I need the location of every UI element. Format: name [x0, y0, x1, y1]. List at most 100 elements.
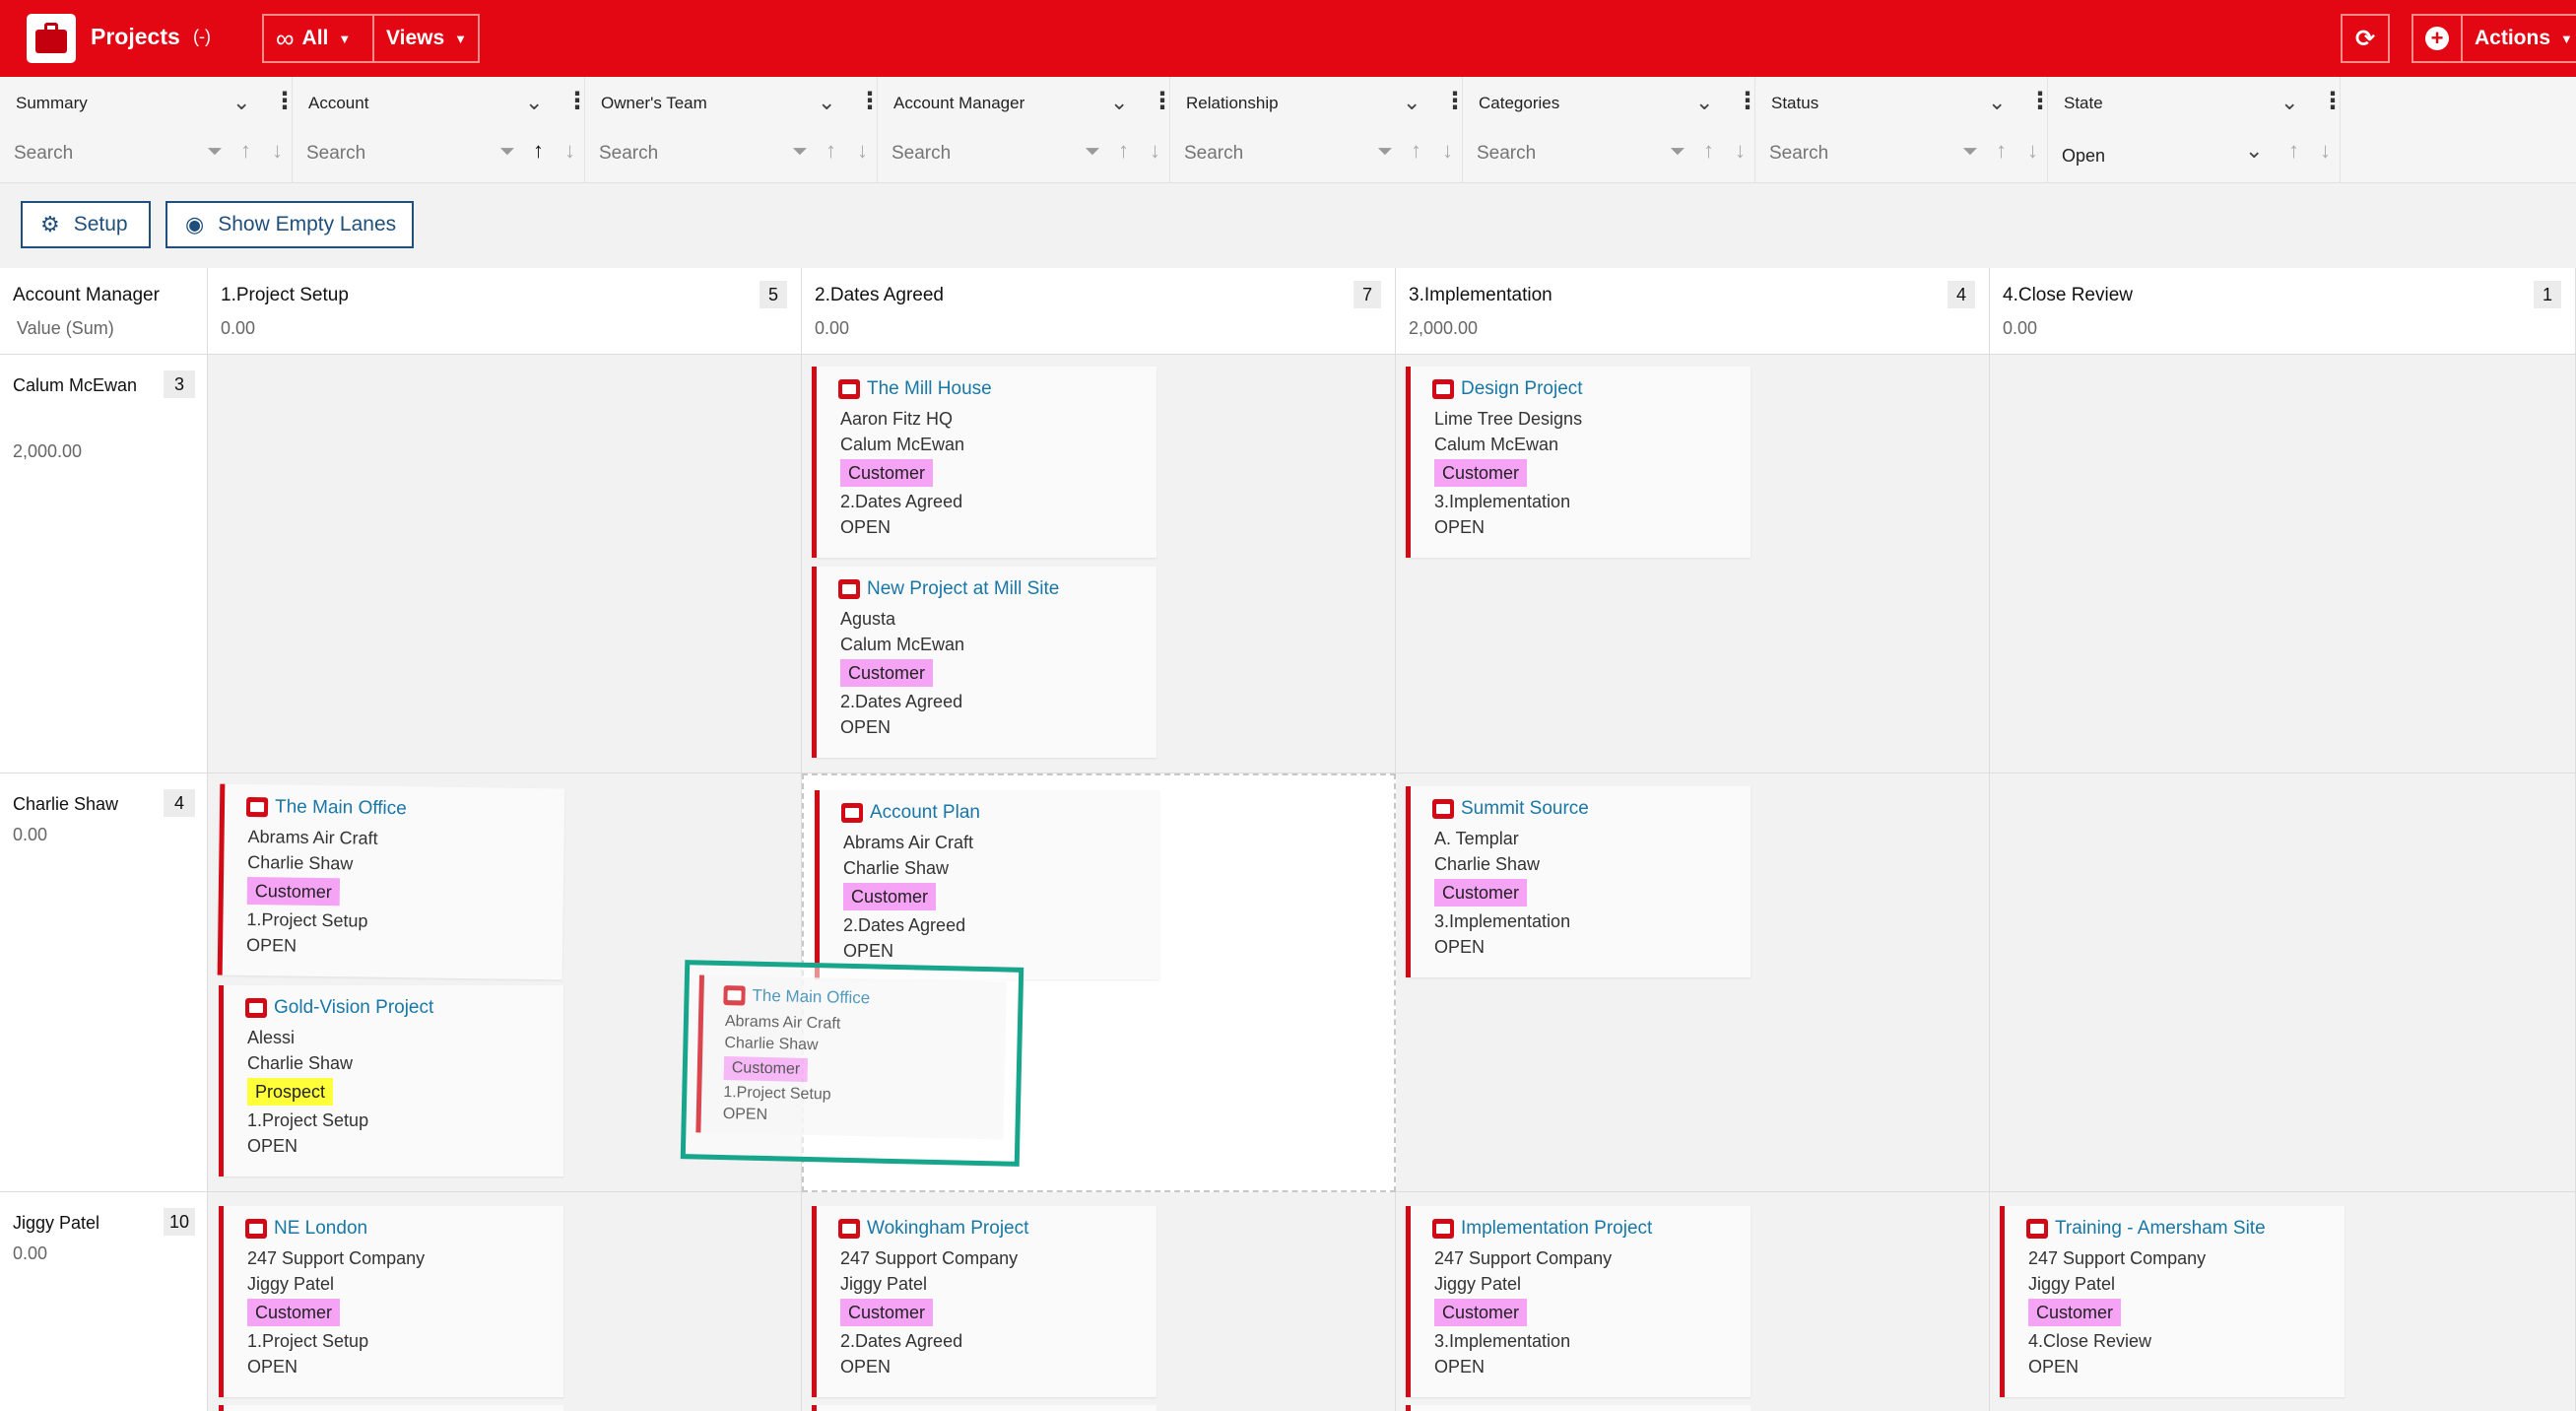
filter-funnel-icon[interactable]: ⏷ — [1085, 141, 1100, 164]
briefcase-icon — [838, 379, 860, 399]
actions-label: Actions — [2475, 27, 2551, 49]
card-title[interactable]: NE London — [274, 1218, 367, 1240]
column-count: 4 — [1948, 281, 1975, 308]
refresh-button[interactable]: ⟳ — [2341, 14, 2390, 63]
filter-bar: Summary ⌄ ⋮ ⏷ ↑ ↓ Account ⌄ ⋮ ⏷ ↑ ↓ Owne… — [0, 77, 2576, 183]
account-search-input[interactable] — [300, 136, 488, 171]
project-card[interactable]: Training - Amersham Site 247 Support Com… — [2000, 1206, 2345, 1397]
sort-down-icon[interactable]: ↓ — [2027, 138, 2038, 164]
chevron-down-icon[interactable]: ⌄ — [818, 90, 835, 115]
card-title[interactable]: New Project at Mill Site — [867, 578, 1059, 600]
actions-button[interactable]: Actions ▼ — [2461, 14, 2576, 63]
relationship-search-input[interactable] — [1178, 136, 1365, 171]
filter-funnel-icon[interactable]: ⏷ — [1962, 141, 1978, 164]
chevron-down-icon[interactable]: ⌄ — [2280, 90, 2298, 115]
sort-down-icon[interactable]: ↓ — [564, 138, 575, 164]
card-title[interactable]: Implementation Project — [1461, 1218, 1652, 1240]
column-header-implementation[interactable]: 3.Implementation 2,000.00 4 — [1396, 268, 1990, 355]
card-title[interactable]: Gold-Vision Project — [274, 997, 433, 1019]
card-stage: 2.Dates Agreed — [840, 1331, 963, 1351]
filter-funnel-icon[interactable]: ⏷ — [207, 141, 223, 164]
dragging-card[interactable]: The Main Office Abrams Air Craft Charlie… — [695, 974, 1007, 1140]
chevron-down-icon[interactable]: ⌄ — [2245, 138, 2263, 164]
briefcase-icon[interactable] — [27, 14, 76, 63]
sort-down-icon[interactable]: ↓ — [272, 138, 283, 164]
views-button[interactable]: Views ▼ — [372, 14, 480, 63]
project-card[interactable]: Gold-Vision Project Alessi Charlie Shaw … — [219, 985, 563, 1176]
categories-search-input[interactable] — [1471, 136, 1658, 171]
card-title[interactable]: Wokingham Project — [867, 1218, 1028, 1240]
sort-up-icon[interactable]: ↑ — [533, 138, 544, 164]
column-name: 1.Project Setup — [221, 285, 349, 305]
dragging-card-outline[interactable]: The Main Office Abrams Air Craft Charlie… — [680, 960, 1024, 1167]
project-card[interactable]: Design Project Lime Tree Designs Calum M… — [1406, 367, 1750, 558]
filter-column-categories: Categories ⌄ ⋮ ⏷ ↑ ↓ — [1463, 77, 1759, 183]
setup-label: Setup — [73, 213, 128, 235]
account-manager-search-input[interactable] — [886, 136, 1073, 171]
project-card-partial[interactable] — [219, 1405, 563, 1411]
sort-up-icon[interactable]: ↑ — [240, 138, 251, 164]
caret-down-icon: ▼ — [338, 31, 352, 46]
status-search-input[interactable] — [1763, 136, 1950, 171]
filter-name: State — [2064, 94, 2103, 112]
card-title[interactable]: The Main Office — [275, 796, 407, 820]
state-select-value[interactable]: Open — [2062, 146, 2105, 167]
column-header-dates-agreed[interactable]: 2.Dates Agreed 0.00 7 — [802, 268, 1396, 355]
column-header-project-setup[interactable]: 1.Project Setup 0.00 5 — [208, 268, 802, 355]
project-card[interactable]: Implementation Project 247 Support Compa… — [1406, 1206, 1750, 1397]
card-account: Agusta — [840, 609, 896, 629]
chevron-down-icon[interactable]: ⌄ — [525, 90, 543, 115]
project-card[interactable]: Wokingham Project 247 Support Company Ji… — [812, 1206, 1156, 1397]
owners-team-search-input[interactable] — [593, 136, 780, 171]
sort-down-icon[interactable]: ↓ — [1735, 138, 1746, 164]
filter-funnel-icon[interactable]: ⏷ — [499, 141, 515, 164]
setup-button[interactable]: ⚙ Setup — [21, 201, 151, 248]
chevron-down-icon[interactable]: ⌄ — [1403, 90, 1420, 115]
summary-search-input[interactable] — [8, 136, 195, 171]
project-card[interactable]: The Mill House Aaron Fitz HQ Calum McEwa… — [812, 367, 1156, 558]
card-state: OPEN — [247, 1136, 298, 1156]
show-empty-lanes-button[interactable]: ◉ Show Empty Lanes — [165, 201, 414, 248]
card-state: OPEN — [245, 934, 297, 956]
chevron-down-icon[interactable]: ⌄ — [1695, 90, 1713, 115]
lane-charlie-shaw: Charlie Shaw 4 0.00 — [0, 773, 208, 1192]
all-filter-button[interactable]: ∞ All ▼ — [262, 14, 374, 63]
card-title[interactable]: Training - Amersham Site — [2055, 1218, 2266, 1240]
filter-name: Owner's Team — [601, 94, 707, 112]
sort-up-icon[interactable]: ↑ — [1411, 138, 1421, 164]
sort-down-icon[interactable]: ↓ — [2320, 138, 2331, 164]
filter-name: Account Manager — [893, 94, 1025, 112]
project-card[interactable]: Summit Source A. Templar Charlie Shaw Cu… — [1406, 786, 1750, 977]
filter-funnel-icon[interactable]: ⏷ — [1377, 141, 1393, 164]
plus-circle-icon: + — [2425, 27, 2449, 50]
project-card-partial[interactable] — [812, 1405, 1156, 1411]
card-title[interactable]: The Mill House — [867, 378, 992, 400]
sort-down-icon[interactable]: ↓ — [857, 138, 868, 164]
chevron-down-icon[interactable]: ⌄ — [1110, 90, 1128, 115]
kebab-menu-icon[interactable]: ⋮ — [2321, 87, 2345, 115]
sort-down-icon[interactable]: ↓ — [1150, 138, 1160, 164]
filter-column-summary: Summary ⌄ ⋮ ⏷ ↑ ↓ — [0, 77, 297, 183]
app-title: Projects — [91, 24, 180, 49]
filter-funnel-icon[interactable]: ⏷ — [792, 141, 808, 164]
chevron-down-icon[interactable]: ⌄ — [1988, 90, 2006, 115]
project-card[interactable]: Account Plan Abrams Air Craft Charlie Sh… — [815, 790, 1159, 979]
lane-name: Jiggy Patel — [13, 1213, 100, 1233]
project-card[interactable]: The Main Office Abrams Air Craft Charlie… — [217, 783, 565, 980]
card-title[interactable]: Design Project — [1461, 378, 1583, 400]
project-card[interactable]: NE London 247 Support Company Jiggy Pate… — [219, 1206, 563, 1397]
project-card-partial[interactable] — [1406, 1405, 1750, 1411]
sort-down-icon[interactable]: ↓ — [1442, 138, 1453, 164]
project-card[interactable]: New Project at Mill Site Agusta Calum Mc… — [812, 567, 1156, 758]
sort-up-icon[interactable]: ↑ — [2288, 138, 2299, 164]
card-title[interactable]: Account Plan — [870, 802, 980, 824]
card-title[interactable]: Summit Source — [1461, 798, 1589, 820]
filter-funnel-icon[interactable]: ⏷ — [1670, 141, 1685, 164]
chevron-down-icon[interactable]: ⌄ — [232, 90, 250, 115]
column-header-close-review[interactable]: 4.Close Review 0.00 1 — [1990, 268, 2576, 355]
sort-up-icon[interactable]: ↑ — [1996, 138, 2007, 164]
sort-up-icon[interactable]: ↑ — [826, 138, 836, 164]
sort-up-icon[interactable]: ↑ — [1118, 138, 1129, 164]
sort-up-icon[interactable]: ↑ — [1703, 138, 1714, 164]
add-button[interactable]: + — [2411, 14, 2463, 63]
